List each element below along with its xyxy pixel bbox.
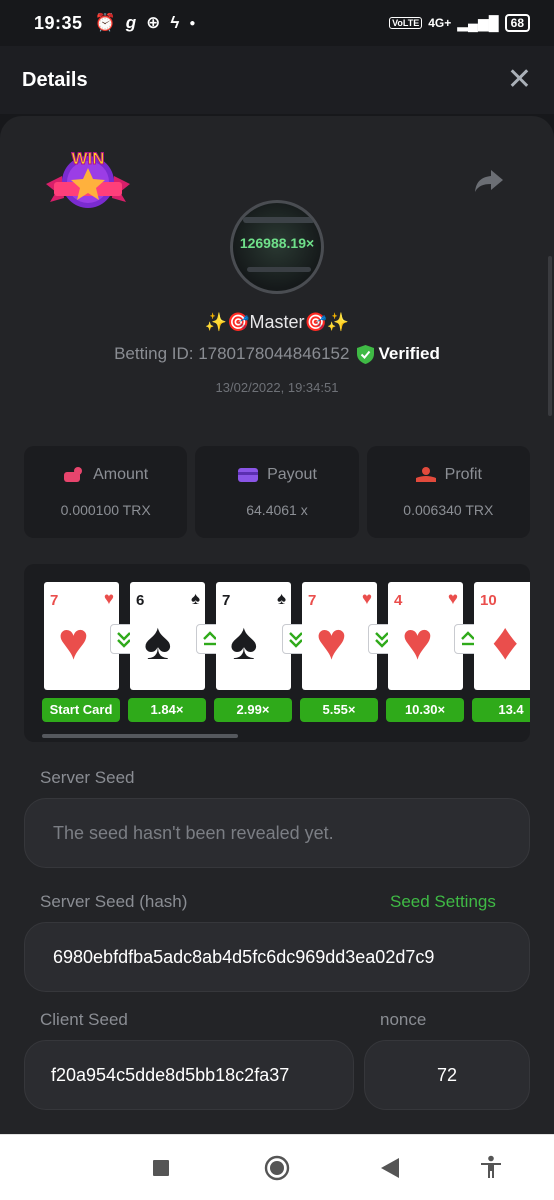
close-icon[interactable]: ✕ <box>507 65 532 95</box>
system-nav-bar <box>0 1134 554 1200</box>
card-suit-small: ♠ <box>276 589 286 608</box>
stat-amount: Amount 0.000100 TRX <box>24 446 188 538</box>
status-icons: ⏰ g ⊕ ϟ ● <box>95 13 196 33</box>
stat-profit-value: 0.006340 TRX <box>403 502 494 518</box>
card-suit-big: ♥ <box>58 613 89 671</box>
client-seed-value: f20a954c5dde8d5bb18c2fa37 <box>51 1064 290 1085</box>
status-time: 19:35 <box>34 12 83 33</box>
avatar-decoration <box>243 217 315 223</box>
stat-payout-value: 64.4061 x <box>246 502 308 518</box>
verified-badge: Verified <box>357 344 440 364</box>
card-rank: 6 <box>136 592 145 609</box>
stat-payout-label: Payout <box>267 466 317 483</box>
card-suit-big: ♦ <box>492 613 519 671</box>
betting-id: Betting ID: 1780178044846152 <box>114 344 350 363</box>
shield-check-icon <box>357 344 375 364</box>
profit-icon <box>415 467 436 482</box>
alarm-icon: ⏰ <box>94 13 116 32</box>
volte-icon: VoLTE <box>389 17 423 29</box>
stat-profit: Profit 0.006340 TRX <box>366 446 530 538</box>
stats-row: Amount 0.000100 TRX Payout 64.4061 x Pro… <box>24 446 530 538</box>
multiplier-tag: 2.99× <box>214 698 292 722</box>
card-history[interactable]: 7 ♥ ♥ Start Card 6 ♠ ♠ 1.84× 7 ♠ ♠ 2.99× <box>24 564 530 742</box>
game-app-icon: ⊕ <box>146 13 161 32</box>
server-seed-hash-field[interactable]: 6980ebfdfba5adc8ab4d5fc6dc969dd3ea02d7c9 <box>24 922 530 992</box>
flash-icon: ϟ <box>170 13 180 32</box>
multiplier-tag: Start Card <box>42 698 120 722</box>
playing-card: 7 ♥ ♥ <box>44 582 119 690</box>
card-rank: 7 <box>308 592 317 609</box>
client-seed-field[interactable]: f20a954c5dde8d5bb18c2fa37 <box>24 1040 354 1110</box>
details-header: Details ✕ <box>0 46 554 114</box>
stat-amount-label: Amount <box>93 466 149 483</box>
status-right: VoLTE 4G+ ▂▄▆█ 68 <box>389 14 530 32</box>
playing-card: 6 ♠ ♠ <box>130 582 205 690</box>
signal-icon: ▂▄▆█ <box>457 14 499 31</box>
details-sheet: WIN 126988.19× ✨🎯Master🎯✨ Betting ID: 17… <box>0 116 554 1134</box>
stat-profit-label: Profit <box>444 466 482 483</box>
card-suit-big: ♠ <box>144 613 172 671</box>
card-suit-big: ♠ <box>230 613 258 671</box>
server-seed-value: The seed hasn't been revealed yet. <box>53 822 334 843</box>
payout-card-icon <box>238 468 259 482</box>
stat-amount-value: 0.000100 TRX <box>60 502 151 518</box>
server-seed-hash-value: 6980ebfdfba5adc8ab4d5fc6dc969dd3ea02d7c9 <box>53 946 435 967</box>
server-seed-hash-label: Server Seed (hash) <box>40 892 188 911</box>
server-seed-label: Server Seed <box>40 768 135 787</box>
card-rank: 10 <box>480 592 497 609</box>
seed-settings-link[interactable]: Seed Settings <box>390 892 496 912</box>
playing-card: 10 ♦ <box>474 582 530 690</box>
multiplier-tag: 1.84× <box>128 698 206 722</box>
card-suit-small: ♥ <box>103 589 114 608</box>
page-title: Details <box>22 68 88 91</box>
card-rank: 4 <box>394 592 403 609</box>
dot-icon: ● <box>189 17 196 29</box>
bet-date: 13/02/2022, 19:34:51 <box>215 380 339 395</box>
avatar-decoration <box>247 267 311 272</box>
avatar-multiplier: 126988.19× <box>239 235 315 251</box>
playing-card: 4 ♥ ♥ <box>388 582 463 690</box>
nonce-value: 72 <box>436 1064 458 1085</box>
card-suit-big: ♥ <box>402 613 433 671</box>
amount-icon <box>64 467 83 482</box>
g-app-icon: g <box>125 13 137 32</box>
nonce-label: nonce <box>380 1010 427 1029</box>
horizontal-scrollbar[interactable] <box>42 734 238 738</box>
recents-icon[interactable] <box>152 1159 170 1177</box>
status-bar: 19:35 ⏰ g ⊕ ϟ ● VoLTE 4G+ ▂▄▆█ 68 <box>0 0 554 46</box>
player-name: ✨🎯Master🎯✨ <box>204 312 350 332</box>
verified-label: Verified <box>378 344 440 363</box>
card-rank: 7 <box>222 592 231 609</box>
card-suit-small: ♥ <box>361 589 372 608</box>
card-suit-small: ♠ <box>190 589 200 608</box>
client-seed-label: Client Seed <box>40 1010 128 1029</box>
card-rank: 7 <box>50 592 59 609</box>
win-badge-icon: WIN <box>46 149 130 208</box>
accessibility-icon[interactable] <box>480 1155 502 1179</box>
card-suit-small: ♥ <box>447 589 458 608</box>
share-icon[interactable] <box>474 168 504 194</box>
battery-icon: 68 <box>504 14 530 32</box>
multiplier-tag: 13.4 <box>472 698 530 722</box>
multiplier-tag: 10.30× <box>386 698 464 722</box>
stat-payout: Payout 64.4061 x <box>195 446 359 538</box>
card-suit-big: ♥ <box>316 613 347 671</box>
back-icon[interactable] <box>380 1157 400 1179</box>
network-type: 4G+ <box>428 16 452 30</box>
playing-card: 7 ♠ ♠ <box>216 582 291 690</box>
multiplier-tag: 5.55× <box>300 698 378 722</box>
badge-text: WIN <box>71 149 104 168</box>
server-seed-field: The seed hasn't been revealed yet. <box>24 798 530 868</box>
avatar: 126988.19× <box>230 200 324 294</box>
betting-id-row: Betting ID: 1780178044846152 Verified <box>0 344 554 364</box>
nonce-field[interactable]: 72 <box>364 1040 530 1110</box>
home-icon[interactable] <box>264 1155 290 1181</box>
playing-card: 7 ♥ ♥ <box>302 582 377 690</box>
